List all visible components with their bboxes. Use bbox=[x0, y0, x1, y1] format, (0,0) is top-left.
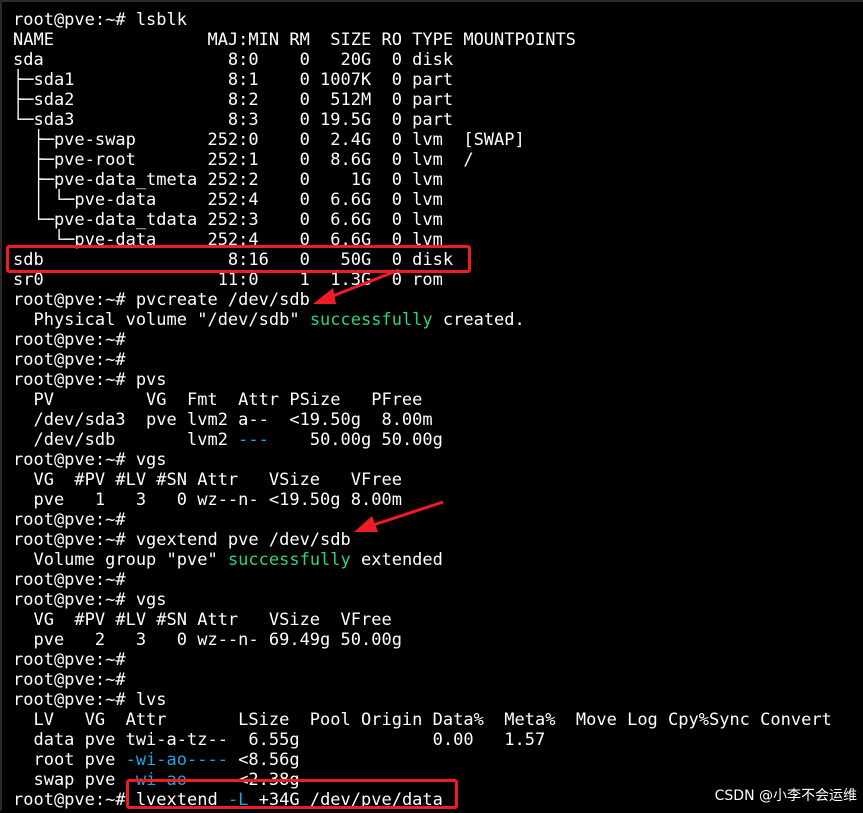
annotation-arrows bbox=[313, 268, 444, 532]
arrow-to-pvcreate bbox=[313, 268, 400, 304]
csdn-watermark: CSDN @小李不会运维 bbox=[714, 788, 857, 804]
terminal-window[interactable]: root@pve:~# lsblk NAME MAJ:MIN RM SIZE R… bbox=[0, 0, 863, 811]
arrow-to-vgextend bbox=[354, 500, 444, 532]
